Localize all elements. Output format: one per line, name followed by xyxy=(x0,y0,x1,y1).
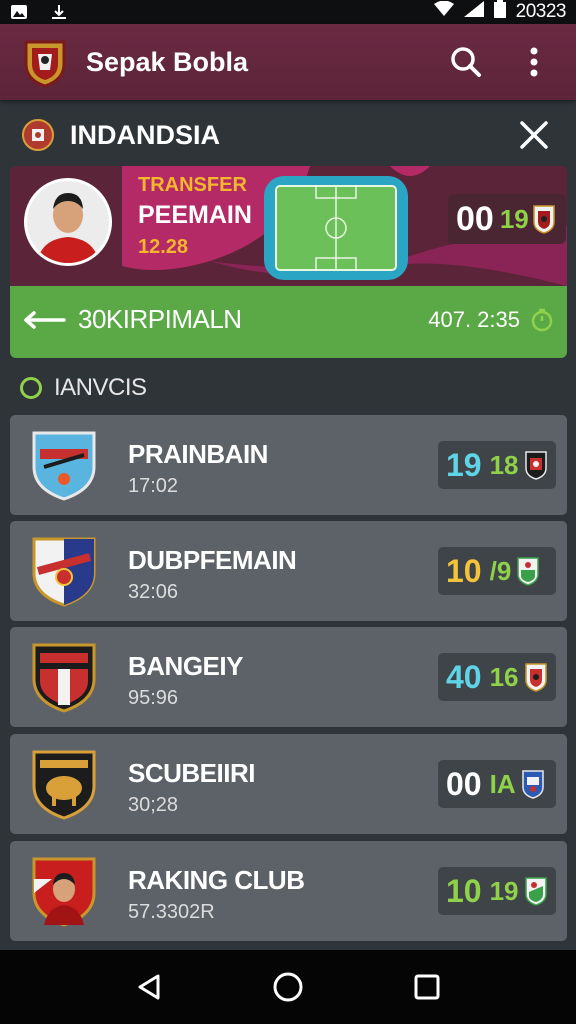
row-score-main: 19 xyxy=(446,446,482,483)
search-icon xyxy=(451,47,481,77)
close-icon xyxy=(520,121,548,149)
club-logo-icon xyxy=(32,857,96,927)
list-heading-label: IANVCIS xyxy=(54,374,147,401)
home-button[interactable] xyxy=(268,967,308,1007)
row-score-sub: 18 xyxy=(489,449,519,480)
row-score-main: 00 xyxy=(446,765,482,802)
status-dot-icon xyxy=(20,377,42,399)
more-vert-icon xyxy=(530,47,538,77)
list-item[interactable]: PRAINBAIN 17:02 19 18 xyxy=(10,415,567,515)
row-name: RAKING CLUB xyxy=(128,865,305,895)
score-sub: 19 xyxy=(499,203,529,234)
team-badge-icon xyxy=(517,557,540,586)
section-title: INDANDSIA xyxy=(70,119,221,150)
close-button[interactable] xyxy=(514,115,554,155)
row-name: SCUBEIIRI xyxy=(128,758,255,788)
system-nav-bar xyxy=(0,950,576,1024)
list-item[interactable]: RAKING CLUB 57.3302R 10 19 xyxy=(10,841,567,941)
club-logo-icon xyxy=(32,537,96,607)
club-crest-logo xyxy=(22,36,68,88)
signal-icon xyxy=(463,1,484,23)
row-time: 32:06 xyxy=(128,581,179,603)
row-score-sub: 19 xyxy=(489,875,519,906)
row-score-main: 10 xyxy=(446,552,482,589)
section-header: INDANDSIA xyxy=(0,104,576,166)
team-badge-icon xyxy=(533,205,555,234)
row-time: 95:96 xyxy=(128,687,179,709)
row-time: 57.3302R xyxy=(128,901,215,923)
status-clock: 20323 xyxy=(515,1,567,22)
league-crest-icon xyxy=(22,119,54,151)
row-score-main: 10 xyxy=(446,872,482,909)
app-title: Sepak Bobla xyxy=(86,46,249,77)
row-name: PRAINBAIN xyxy=(128,439,268,469)
download-notification-icon xyxy=(50,4,68,20)
list-item[interactable]: DUBPFEMAIN 32:06 10 /9 xyxy=(10,521,567,621)
team-badge-icon xyxy=(524,663,547,692)
row-name: DUBPFEMAIN xyxy=(128,545,297,575)
row-score: 00 IA xyxy=(438,760,556,808)
wifi-icon xyxy=(433,0,454,23)
row-time: 17:02 xyxy=(128,475,179,497)
team-badge-icon xyxy=(524,451,547,480)
status-bar: 20323 xyxy=(0,0,576,24)
battery-icon xyxy=(493,0,506,24)
club-logo-icon xyxy=(32,431,96,501)
row-score: 19 18 xyxy=(438,441,556,489)
recents-button[interactable] xyxy=(407,967,447,1007)
row-score: 10 /9 xyxy=(438,547,556,595)
home-icon xyxy=(273,972,303,1002)
club-logo-icon xyxy=(32,750,96,820)
pitch-icon xyxy=(264,176,408,280)
row-name: BANGEIY xyxy=(128,651,243,681)
transfer-arrow-icon xyxy=(24,310,66,329)
row-time: 30;28 xyxy=(128,794,179,816)
back-button[interactable] xyxy=(129,967,169,1007)
row-score: 10 19 xyxy=(438,867,556,915)
score-main: 00 xyxy=(456,199,494,238)
team-badge-icon xyxy=(521,770,544,799)
transfer-label: TRANSFER xyxy=(138,174,247,196)
feature-footer: 30KIRPIMALN 407. 2:35 xyxy=(24,304,554,335)
list-item[interactable]: SCUBEIIRI 30;28 00 IA xyxy=(10,734,567,834)
feature-time: 407. 2:35 xyxy=(428,306,520,332)
transfer-text: TRANSFER PEEMAIN 12.28 xyxy=(138,174,252,259)
club-logo-icon xyxy=(32,643,96,713)
transfer-title: PEEMAIN xyxy=(138,201,252,229)
featured-score: 00 19 xyxy=(448,194,566,244)
list-heading: IANVCIS xyxy=(20,374,147,402)
feature-player-name: 30KIRPIMALN xyxy=(78,304,242,334)
row-score: 40 16 xyxy=(438,653,556,701)
app-bar: Sepak Bobla xyxy=(0,24,576,100)
more-options-button[interactable] xyxy=(514,42,554,82)
list-item[interactable]: BANGEIY 95:96 40 16 xyxy=(10,627,567,727)
photo-notification-icon xyxy=(10,4,28,20)
row-score-sub: IA xyxy=(489,768,516,799)
row-score-sub: /9 xyxy=(489,555,512,586)
transfer-date: 12.28 xyxy=(138,236,189,258)
search-button[interactable] xyxy=(446,42,486,82)
featured-transfer-card[interactable]: TRANSFER PEEMAIN 12.28 00 19 30KIRPIMALN… xyxy=(10,166,567,358)
row-score-sub: 16 xyxy=(489,661,519,692)
back-icon xyxy=(138,974,160,1000)
row-score-main: 40 xyxy=(446,658,482,695)
player-avatar xyxy=(24,178,112,266)
recents-icon xyxy=(414,974,440,1000)
team-badge-icon xyxy=(524,877,547,906)
timer-icon xyxy=(531,308,553,331)
